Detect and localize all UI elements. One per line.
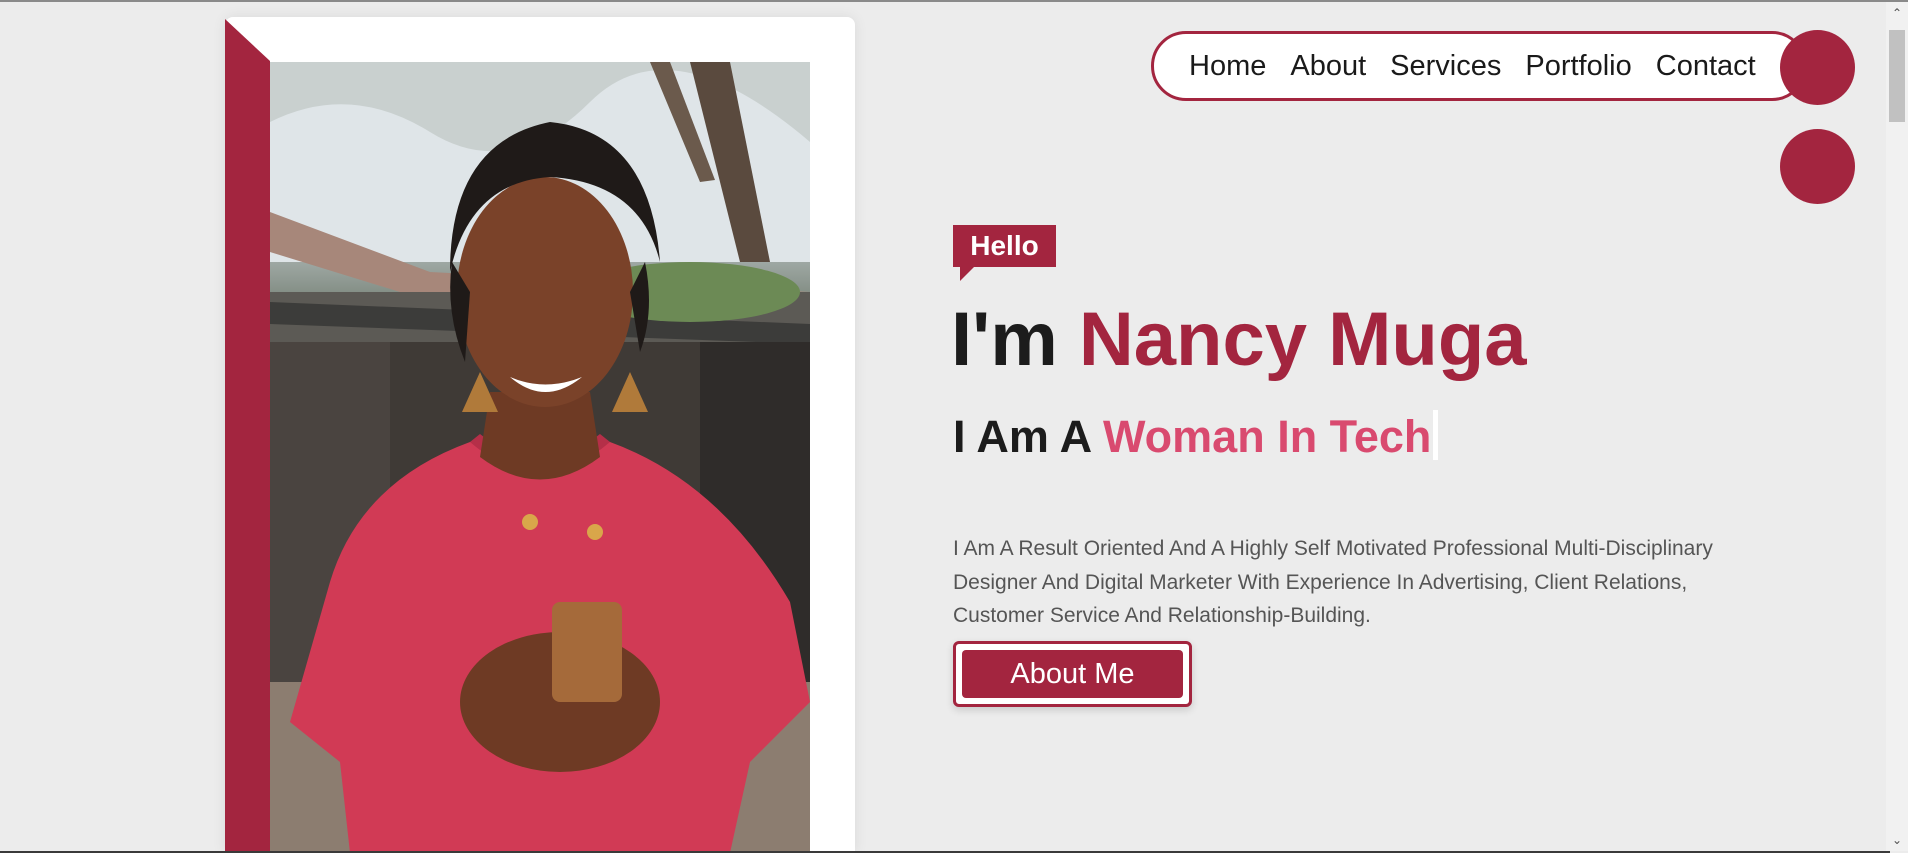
- nav-services[interactable]: Services: [1390, 50, 1501, 83]
- menu-circle-button[interactable]: [1780, 30, 1855, 105]
- hero-headline: I'm Nancy Muga: [951, 296, 1527, 384]
- theme-circle-button[interactable]: [1780, 129, 1855, 204]
- nav-home[interactable]: Home: [1189, 50, 1266, 83]
- page-scrollbar[interactable]: ⌃ ⌄: [1886, 2, 1908, 851]
- photo-accent-bar: [225, 19, 270, 853]
- portfolio-page: Home About Services Portfolio Contact He…: [0, 0, 1908, 853]
- profile-photo-illustration: [270, 62, 810, 853]
- headline-prefix: I'm: [951, 297, 1079, 382]
- nav-contact[interactable]: Contact: [1656, 50, 1756, 83]
- hero-bio: I Am A Result Oriented And A Highly Self…: [953, 537, 1713, 627]
- top-border: [0, 0, 1908, 2]
- scrollbar-thumb[interactable]: [1889, 30, 1905, 122]
- hero-role: Woman In Tech: [1103, 411, 1432, 462]
- main-nav: Home About Services Portfolio Contact: [1151, 31, 1807, 101]
- chevron-up-icon[interactable]: ⌃: [1886, 4, 1908, 22]
- hero-name: Nancy Muga: [1078, 297, 1527, 382]
- subhead-prefix: I Am A: [953, 411, 1104, 462]
- hello-badge: Hello: [953, 225, 1056, 267]
- about-me-button-label: About Me: [962, 650, 1183, 698]
- nav-about[interactable]: About: [1290, 50, 1366, 83]
- typing-cursor: [1433, 410, 1439, 460]
- chevron-down-icon[interactable]: ⌄: [1886, 831, 1908, 849]
- hello-badge-tail: [960, 267, 974, 281]
- profile-photo: [270, 62, 810, 853]
- nav-portfolio[interactable]: Portfolio: [1525, 50, 1631, 83]
- hero-subhead: I Am A Woman In Tech: [953, 409, 1439, 465]
- about-me-button[interactable]: About Me: [953, 641, 1192, 707]
